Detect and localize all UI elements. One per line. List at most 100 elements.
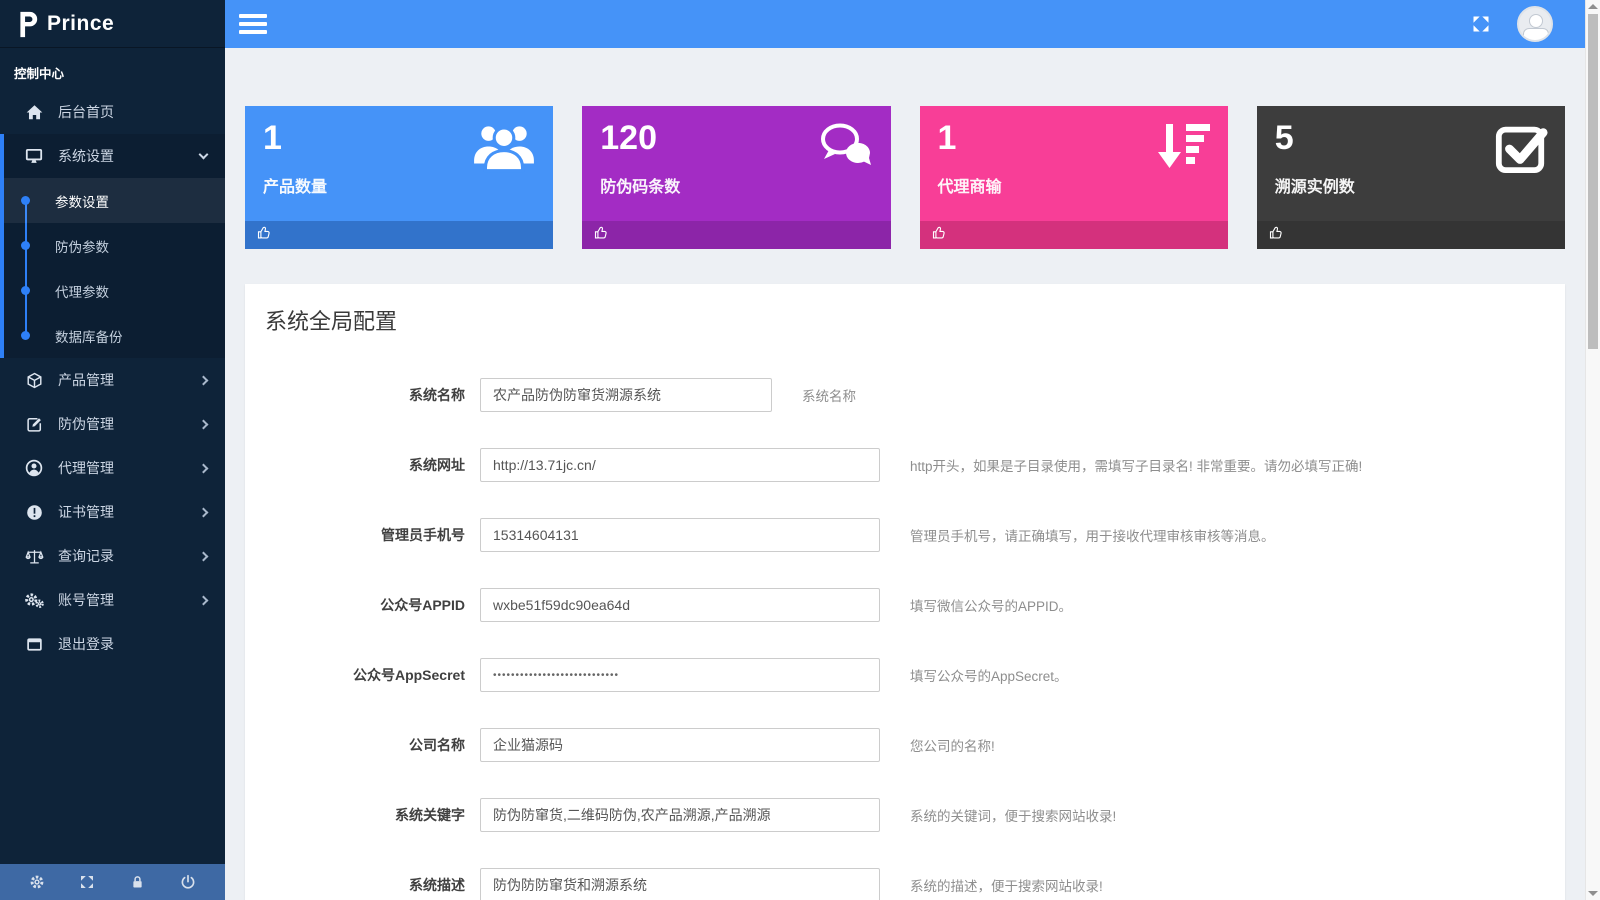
description-input[interactable] [480,868,880,900]
form-row-admin-phone: 管理员手机号 管理员手机号，请正确填写，用于接收代理审核审核等消息。 [265,518,1545,552]
chevron-right-icon [199,419,209,429]
sidebar-item-label: 防伪管理 [58,414,200,434]
form-row-appid: 公众号APPID 填写微信公众号的APPID。 [265,588,1545,622]
home-icon [24,102,44,122]
sidebar-item-label: 证书管理 [58,502,200,522]
logo-bar[interactable]: Prince [0,0,225,48]
vertical-scrollbar[interactable] [1585,0,1600,900]
gear-icon[interactable] [29,874,45,890]
stat-card-trace-instances[interactable]: 5 溯源实例数 [1257,106,1565,249]
stat-cards: 1 产品数量 120 防伪码条数 [245,106,1565,249]
sidebar-section-label: 控制中心 [0,48,225,90]
appsecret-input[interactable] [480,658,880,692]
card-footer [920,221,1228,249]
thumbs-up-icon [594,225,609,245]
sidebar-item-accounts[interactable]: 账号管理 [0,578,225,622]
field-hint: 填写微信公众号的APPID。 [910,595,1072,615]
config-panel: 系统全局配置 系统名称 系统名称 系统网址 http开头，如果是子目录使用，需填… [245,284,1565,900]
form-row-company-name: 公司名称 您公司的名称! [265,728,1545,762]
brand-name: Prince [47,12,114,36]
card-footer [1257,221,1565,249]
chevron-right-icon [199,463,209,473]
field-label: 系统关键字 [265,805,480,825]
card-footer [582,221,890,249]
topbar [225,0,1585,48]
field-hint: 管理员手机号，请正确填写，用于接收代理审核审核等消息。 [910,525,1275,545]
field-label: 系统描述 [265,875,480,895]
scroll-up-arrow-icon[interactable] [1588,4,1598,9]
sidebar-item-anticounterfeit[interactable]: 防伪管理 [0,402,225,446]
field-hint: 系统名称 [802,385,856,405]
sidebar-subitem-param-settings[interactable]: 参数设置 [0,178,225,223]
bullet-dot-icon [21,196,30,205]
bullet-dot-icon [21,241,30,250]
main-content: 1 产品数量 120 防伪码条数 [225,48,1585,900]
form-row-keywords: 系统关键字 系统的关键词，便于搜索网站收录! [265,798,1545,832]
bullet-dot-icon [21,286,30,295]
check-square-icon [1493,120,1549,179]
system-settings-submenu: 参数设置 防伪参数 代理参数 数据库备份 [0,178,225,358]
field-hint: http开头，如果是子目录使用，需填写子目录名! 非常重要。请勿必填写正确! [910,455,1362,475]
subitem-label: 代理参数 [55,281,109,301]
system-name-input[interactable] [480,378,772,412]
keywords-input[interactable] [480,798,880,832]
cube-icon [24,370,44,390]
power-icon[interactable] [180,874,196,890]
stat-card-codes[interactable]: 120 防伪码条数 [582,106,890,249]
subitem-label: 参数设置 [55,191,109,211]
sidebar-item-home[interactable]: 后台首页 [0,90,225,134]
chevron-right-icon [199,595,209,605]
field-hint: 填写公众号的AppSecret。 [910,665,1068,685]
subitem-label: 防伪参数 [55,236,109,256]
chevron-right-icon [199,507,209,517]
sidebar-item-system-settings[interactable]: 系统设置 [0,134,225,178]
sidebar-item-query-records[interactable]: 查询记录 [0,534,225,578]
window-icon [24,634,44,654]
prince-p-logo-icon [14,10,38,38]
sidebar-item-label: 后台首页 [58,102,209,122]
company-name-input[interactable] [480,728,880,762]
expand-icon[interactable] [79,874,95,890]
admin-phone-input[interactable] [480,518,880,552]
sidebar: Prince 控制中心 后台首页 系统设置 参数设置 防伪参数 [0,0,225,900]
sidebar-item-label: 代理管理 [58,458,200,478]
sidebar-item-label: 系统设置 [58,146,200,166]
form-row-description: 系统描述 系统的描述，便于搜索网站收录! [265,868,1545,900]
scale-icon [24,546,44,566]
stat-card-products[interactable]: 1 产品数量 [245,106,553,249]
sidebar-group-system-settings: 系统设置 参数设置 防伪参数 代理参数 数据库备份 [0,134,225,358]
fullscreen-icon[interactable] [1471,14,1491,34]
sort-desc-icon [1154,120,1212,179]
sidebar-item-agents[interactable]: 代理管理 [0,446,225,490]
scrollbar-thumb[interactable] [1588,14,1598,349]
card-footer [245,221,553,249]
sidebar-subitem-db-backup[interactable]: 数据库备份 [0,313,225,358]
sidebar-subitem-anticounterfeit-params[interactable]: 防伪参数 [0,223,225,268]
field-hint: 系统的关键词，便于搜索网站收录! [910,805,1116,825]
lock-icon[interactable] [130,874,146,890]
appid-input[interactable] [480,588,880,622]
monitor-icon [24,146,44,166]
form-row-system-url: 系统网址 http开头，如果是子目录使用，需填写子目录名! 非常重要。请勿必填写… [265,448,1545,482]
sidebar-item-logout[interactable]: 退出登录 [0,622,225,666]
form-row-system-name: 系统名称 系统名称 [265,378,1545,412]
users-icon [471,120,537,179]
sidebar-item-products[interactable]: 产品管理 [0,358,225,402]
field-label: 系统网址 [265,455,480,475]
thumbs-up-icon [257,225,272,245]
sidebar-subitem-agent-params[interactable]: 代理参数 [0,268,225,313]
field-label: 公司名称 [265,735,480,755]
system-url-input[interactable] [480,448,880,482]
sidebar-footer [0,864,225,900]
menu-toggle-icon[interactable] [239,14,267,34]
sidebar-item-label: 查询记录 [58,546,200,566]
stat-card-agents[interactable]: 1 代理商输 [920,106,1228,249]
subitem-label: 数据库备份 [55,326,123,346]
sidebar-item-certificates[interactable]: 证书管理 [0,490,225,534]
sidebar-item-label: 账号管理 [58,590,200,610]
scroll-down-arrow-icon[interactable] [1588,891,1598,896]
field-hint: 您公司的名称! [910,735,995,755]
page-title: 系统全局配置 [265,304,1545,336]
user-avatar[interactable] [1517,6,1553,42]
cogs-icon [24,590,44,610]
